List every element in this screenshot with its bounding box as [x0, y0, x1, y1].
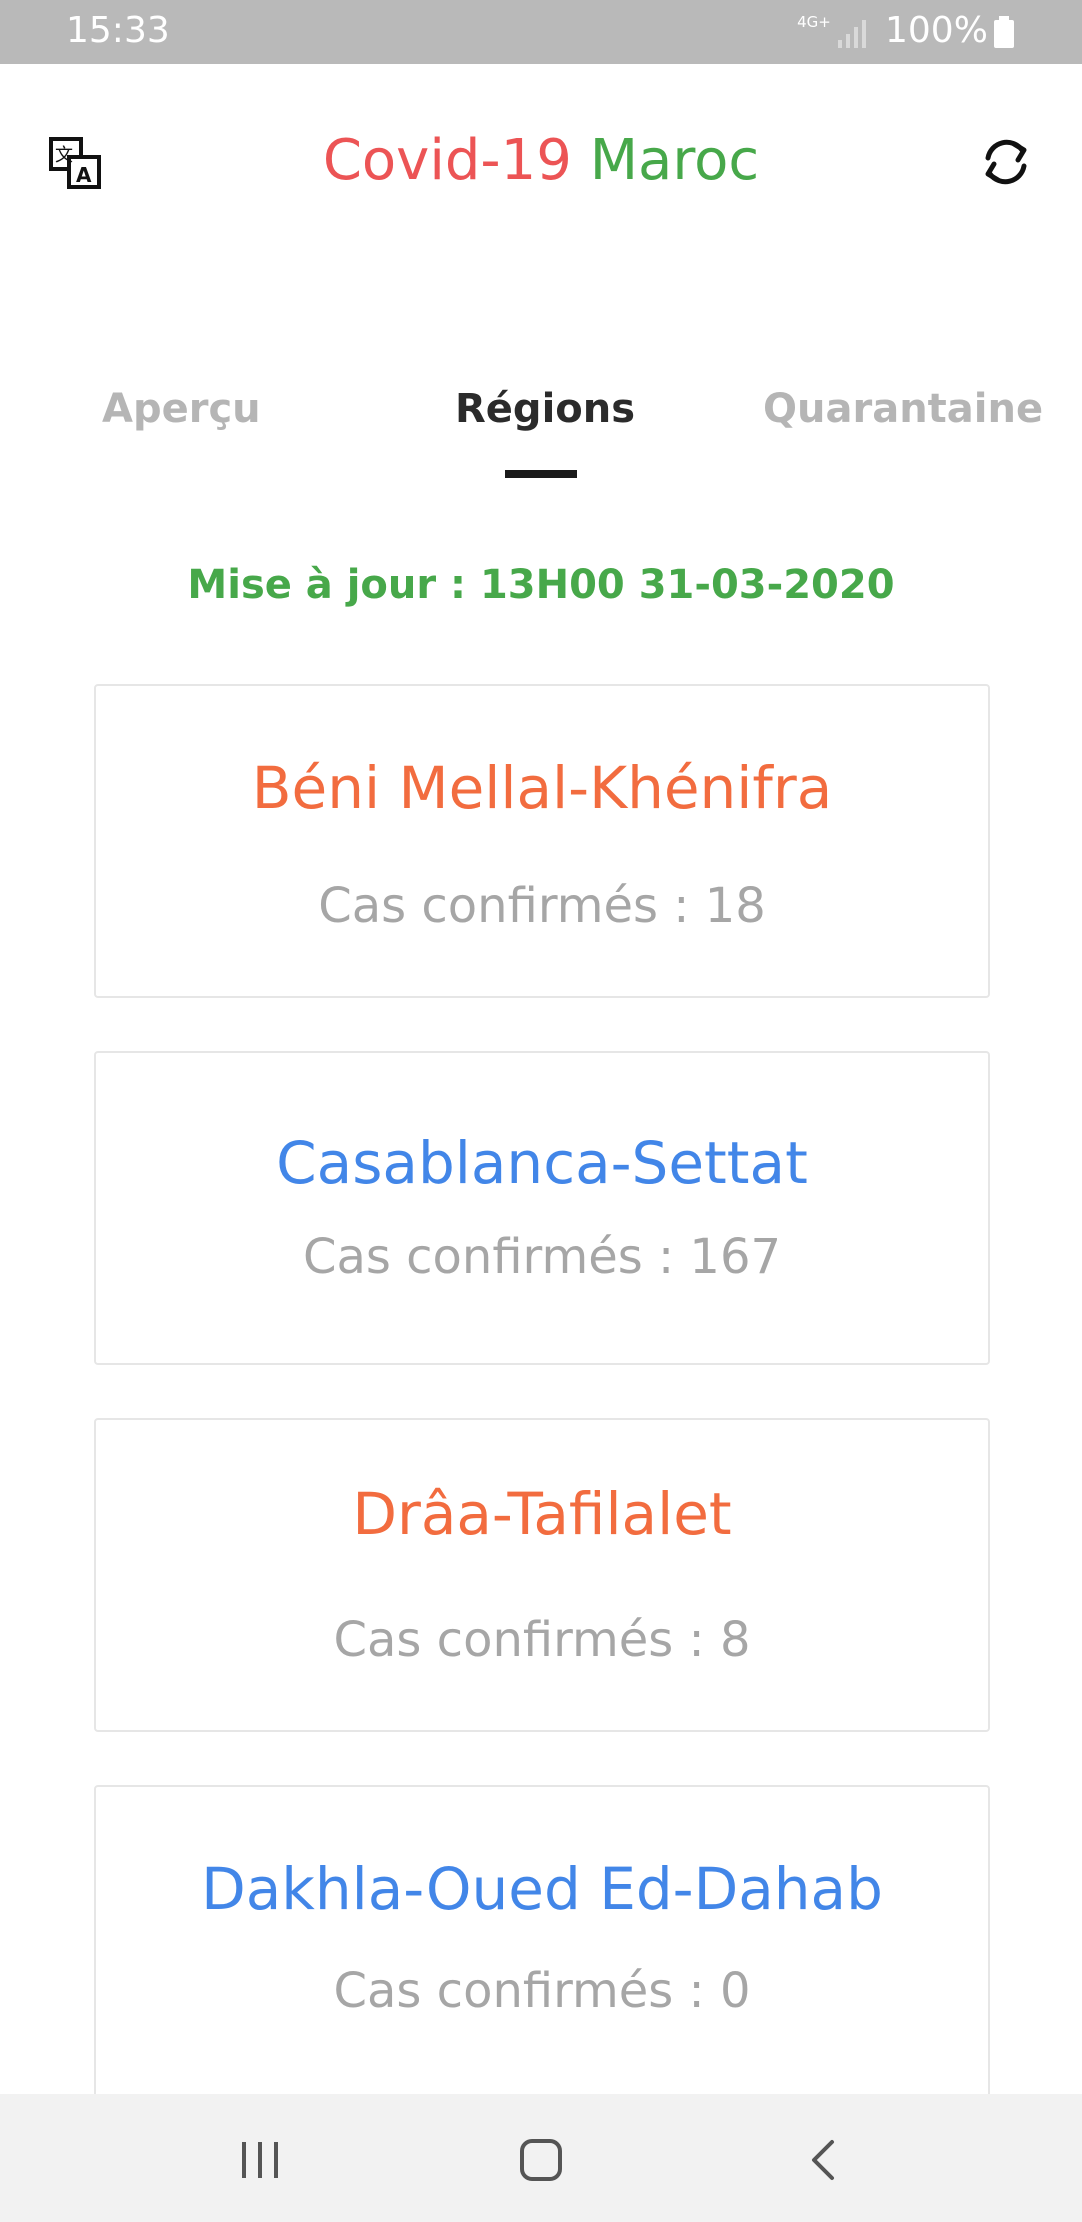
region-cases: Cas confirmés : 18 [318, 878, 766, 934]
title-maroc: Maroc [589, 128, 760, 193]
region-card[interactable]: Dakhla-Oued Ed-Dahab Cas confirmés : 0 [94, 1785, 990, 2099]
status-bar: 15:33 4G+ 100% [0, 0, 1082, 64]
tab-apercu[interactable]: Aperçu [102, 386, 261, 432]
tab-quarantaine[interactable]: Quarantaine [763, 386, 1043, 432]
region-name: Béni Mellal-Khénifra [251, 754, 833, 822]
update-timestamp: Mise à jour : 13H00 31-03-2020 [187, 562, 895, 608]
back-icon[interactable] [804, 2138, 844, 2182]
region-name: Casablanca-Settat [276, 1129, 808, 1197]
region-name: Dakhla-Oued Ed-Dahab [201, 1855, 883, 1923]
app-header: 文 A Covid-19 Maroc [0, 64, 1082, 264]
tab-bar: Aperçu Régions Quarantaine [0, 386, 1082, 486]
region-cases: Cas confirmés : 167 [302, 1229, 782, 1285]
region-cases: Cas confirmés : 0 [333, 1963, 751, 2019]
refresh-icon[interactable] [978, 134, 1034, 190]
recent-apps-icon[interactable] [240, 2140, 280, 2180]
region-card[interactable]: Béni Mellal-Khénifra Cas confirmés : 18 [94, 684, 990, 998]
battery-icon [994, 16, 1014, 48]
region-card[interactable]: Casablanca-Settat Cas confirmés : 167 [94, 1051, 990, 1365]
app-title: Covid-19 Maroc [0, 128, 1082, 193]
home-icon[interactable] [518, 2138, 564, 2182]
signal-icon [838, 20, 866, 48]
region-cases: Cas confirmés : 8 [333, 1612, 751, 1668]
title-covid: Covid-19 [322, 128, 572, 193]
network-type: 4G+ [797, 13, 831, 31]
tab-regions[interactable]: Régions [455, 386, 635, 432]
region-name: Drâa-Tafilalet [352, 1480, 732, 1548]
status-time: 15:33 [66, 10, 170, 51]
active-tab-indicator [505, 470, 577, 478]
battery-percent: 100% [885, 10, 988, 51]
system-nav-bar [0, 2094, 1082, 2222]
region-card[interactable]: Drâa-Tafilalet Cas confirmés : 8 [94, 1418, 990, 1732]
